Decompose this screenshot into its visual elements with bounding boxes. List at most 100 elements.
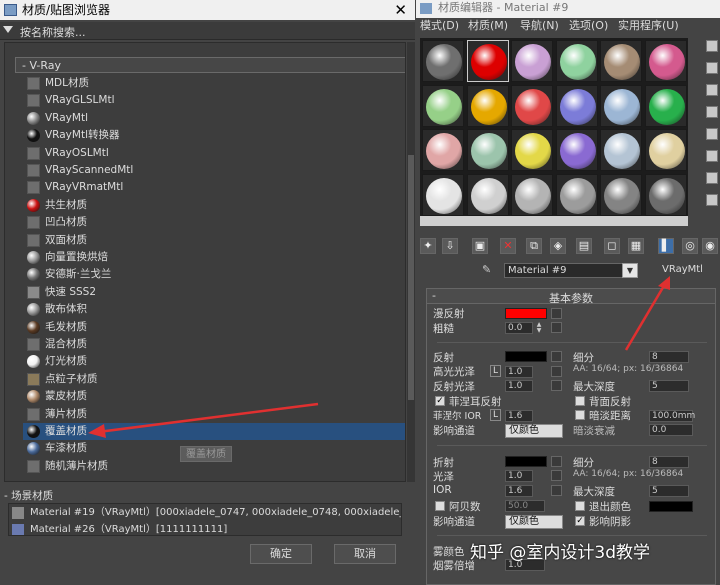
material-list-item[interactable]: MDL材质 — [27, 75, 405, 92]
menu-utilities[interactable]: 实用程序(U) — [618, 18, 679, 34]
scene-material-row[interactable]: Material #26（VRayMtl）[1111111111] — [12, 522, 227, 535]
fresnel-checkbox[interactable]: ✓ — [435, 396, 445, 406]
material-list-item[interactable]: VRayVRmatMtl — [27, 179, 405, 196]
material-list-item[interactable]: 覆盖材质 — [23, 423, 405, 440]
menu-navigation[interactable]: 导航(N) — [520, 18, 559, 34]
material-list-item[interactable]: 双面材质 — [27, 232, 405, 249]
sample-slot[interactable] — [600, 40, 642, 82]
dim-distance-spinner[interactable]: 100.0mm — [649, 410, 695, 422]
max-depth-spinner[interactable]: 5 — [649, 380, 689, 392]
reflect-map-button[interactable] — [551, 351, 562, 362]
put-to-library-icon[interactable]: ▤ — [576, 238, 592, 254]
scene-materials-header[interactable]: - 场景材质 — [4, 488, 406, 502]
material-list-item[interactable]: 灯光材质 — [27, 353, 405, 370]
refr-subdiv-spinner[interactable]: 8 — [649, 456, 689, 468]
sample-slot[interactable] — [511, 40, 553, 82]
material-list-item[interactable]: 快速 SSS2 — [27, 284, 405, 301]
dim-distance-checkbox[interactable] — [575, 410, 585, 420]
sample-slot[interactable] — [600, 173, 642, 216]
menu-material[interactable]: 材质(M) — [468, 18, 508, 34]
search-input[interactable]: 按名称搜索... — [20, 24, 86, 40]
roughness-map-button[interactable] — [551, 322, 562, 333]
ior-map-button[interactable] — [551, 485, 562, 496]
material-list-item[interactable]: 薄片材质 — [27, 406, 405, 423]
sample-slot[interactable] — [644, 129, 687, 171]
sample-slot[interactable] — [511, 129, 553, 171]
refract-map-button[interactable] — [551, 456, 562, 467]
sample-slot[interactable] — [422, 129, 464, 171]
diffuse-map-button[interactable] — [551, 308, 562, 319]
exit-color-swatch[interactable] — [649, 501, 693, 512]
fresnel-lock-button[interactable]: L — [490, 409, 502, 421]
reset-material-icon[interactable]: ✕ — [500, 238, 516, 254]
refr-max-depth-spinner[interactable]: 5 — [649, 485, 689, 497]
make-preview-icon[interactable] — [706, 150, 718, 162]
sample-slot[interactable] — [511, 84, 553, 127]
video-check-icon[interactable] — [706, 128, 718, 140]
sample-slot[interactable] — [555, 40, 598, 82]
uv-tiling-icon[interactable] — [706, 106, 718, 118]
sample-slot[interactable] — [466, 173, 509, 216]
sample-slot[interactable] — [600, 129, 642, 171]
slots-scrollbar[interactable] — [420, 216, 688, 226]
go-to-parent-icon[interactable]: ◎ — [682, 238, 698, 254]
show-map-icon[interactable]: ▦ — [628, 238, 644, 254]
refl-gloss-spinner[interactable]: 1.0 — [505, 380, 533, 392]
tree-scrollbar-thumb[interactable] — [408, 155, 414, 400]
menu-mode[interactable]: 模式(D) — [420, 18, 459, 34]
hilight-gloss-spinner[interactable]: 1.0 — [505, 366, 533, 378]
background-icon[interactable] — [706, 84, 718, 96]
group-vray-header[interactable]: - V-Ray — [15, 57, 405, 73]
gloss-map-button[interactable] — [551, 470, 562, 481]
material-list-item[interactable]: 混合材质 — [27, 336, 405, 353]
close-icon[interactable]: ✕ — [394, 0, 407, 20]
abbe-checkbox[interactable] — [435, 501, 445, 511]
hilight-lock-button[interactable]: L — [490, 365, 502, 377]
material-list-item[interactable]: 毛发材质 — [27, 319, 405, 336]
material-list-item[interactable]: VRayOSLMtl — [27, 145, 405, 162]
material-list-item[interactable]: 凹凸材质 — [27, 214, 405, 231]
material-type-button[interactable]: VRayMtl — [662, 264, 703, 275]
material-name-input[interactable]: Material #9 — [504, 263, 636, 278]
backlight-icon[interactable] — [706, 62, 718, 74]
abbe-spinner[interactable]: 50.0 — [505, 500, 545, 512]
select-by-material-icon[interactable] — [706, 194, 718, 206]
put-to-scene-icon[interactable]: ⇩ — [442, 238, 458, 254]
material-list-item[interactable]: 点粒子材质 — [27, 371, 405, 388]
material-list-item[interactable]: 向量置换烘焙 — [27, 249, 405, 266]
exit-color-checkbox[interactable] — [575, 501, 585, 511]
diffuse-color-swatch[interactable] — [505, 308, 547, 319]
show-end-result-icon[interactable]: ▌ — [658, 238, 674, 254]
sample-slot[interactable] — [422, 40, 464, 82]
sample-slot[interactable] — [466, 84, 509, 127]
chevron-down-icon[interactable]: ▼ — [622, 263, 638, 278]
assign-to-selection-icon[interactable]: ▣ — [472, 238, 488, 254]
sample-slot[interactable] — [511, 173, 553, 216]
sample-type-icon[interactable] — [706, 40, 718, 52]
get-material-icon[interactable]: ✦ — [420, 238, 436, 254]
material-list-item[interactable]: 散布体积 — [27, 301, 405, 318]
refl-gloss-map-button[interactable] — [551, 380, 562, 391]
hilight-gloss-map-button[interactable] — [551, 366, 562, 377]
menu-options[interactable]: 选项(O) — [569, 18, 608, 34]
go-forward-sibling-icon[interactable]: ◉ — [702, 238, 718, 254]
sample-slot[interactable] — [555, 173, 598, 216]
options-dropdown-icon[interactable] — [3, 26, 13, 33]
subdiv-spinner[interactable]: 8 — [649, 351, 689, 363]
material-list-item[interactable]: VRayGLSLMtl — [27, 92, 405, 109]
material-list-item[interactable]: 蒙皮材质 — [27, 388, 405, 405]
affect-channels2-dropdown[interactable]: 仅颜色 — [505, 515, 563, 529]
material-list-item[interactable]: VRayScannedMtl — [27, 162, 405, 179]
back-reflect-checkbox[interactable] — [575, 396, 585, 406]
material-list-item[interactable]: VRayMtl转换器 — [27, 127, 405, 144]
rollout-header[interactable]: - 基本参数 — [427, 289, 715, 305]
refract-color-swatch[interactable] — [505, 456, 547, 467]
sample-slot[interactable] — [422, 84, 464, 127]
ior-spinner[interactable]: 1.6 — [505, 485, 533, 497]
sample-slot[interactable] — [600, 84, 642, 127]
affect-channels-dropdown[interactable]: 仅颜色 — [505, 424, 563, 438]
sample-slot[interactable] — [644, 40, 687, 82]
fresnel-ior-spinner[interactable]: 1.6 — [505, 410, 533, 422]
sample-slot[interactable] — [466, 40, 509, 82]
roughness-spinner[interactable]: 0.0 — [505, 322, 533, 334]
